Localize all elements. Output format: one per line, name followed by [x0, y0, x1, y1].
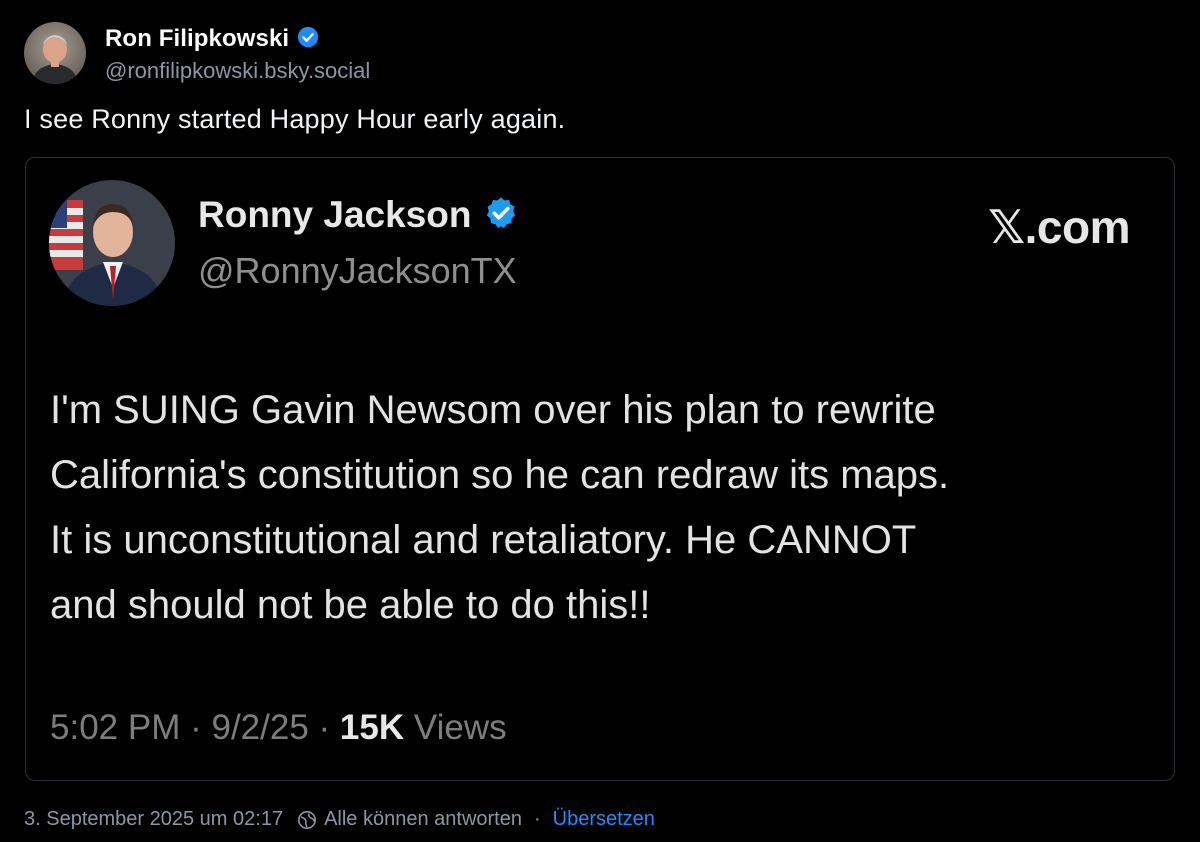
x-logo: 𝕏.com	[988, 201, 1130, 253]
quoted-author-handle: @RonnyJacksonTX	[198, 250, 517, 291]
verified-badge-icon	[297, 26, 319, 53]
author-row: Ron Filipkowski	[105, 22, 370, 56]
meta-separator: ·	[318, 708, 331, 747]
embedded-image[interactable]: Ronny Jackson @RonnyJacksonTX 𝕏.com I'm …	[25, 157, 1175, 781]
translate-link[interactable]: Übersetzen	[553, 808, 655, 831]
views-count: 15K	[339, 708, 405, 747]
post-timestamp[interactable]: 3. September 2025 um 02:17	[24, 808, 283, 831]
quoted-post-time: 5:02 PM	[50, 708, 181, 747]
footer-separator: ·	[533, 808, 541, 830]
quoted-author-avatar	[49, 180, 175, 306]
quoted-verified-badge-icon	[483, 195, 519, 236]
post-footer: 3. September 2025 um 02:17 Alle können a…	[24, 808, 655, 831]
post-text: I see Ronny started Happy Hour early aga…	[24, 104, 566, 134]
quoted-author-row: Ronny Jackson	[198, 194, 519, 236]
author-handle[interactable]: @ronfilipkowski.bsky.social	[105, 58, 370, 84]
post-header: Ron Filipkowski @ronfilipkowski.bsky.soc…	[24, 22, 370, 84]
reply-setting[interactable]: Alle können antworten	[324, 808, 522, 831]
author-avatar[interactable]	[24, 22, 86, 84]
quoted-post-meta: 5:02 PM · 9/2/25 · 15K Views	[50, 708, 507, 748]
meta-separator: ·	[190, 708, 202, 747]
quoted-post-text: I'm SUING Gavin Newsom over his plan to …	[50, 388, 950, 627]
views-label: Views	[413, 708, 507, 747]
globe-reply-icon	[297, 810, 317, 830]
author-name[interactable]: Ron Filipkowski	[105, 25, 289, 53]
author-block: Ron Filipkowski @ronfilipkowski.bsky.soc…	[105, 22, 370, 84]
quoted-author-name: Ronny Jackson	[198, 194, 472, 235]
quoted-post-date: 9/2/25	[211, 708, 309, 747]
